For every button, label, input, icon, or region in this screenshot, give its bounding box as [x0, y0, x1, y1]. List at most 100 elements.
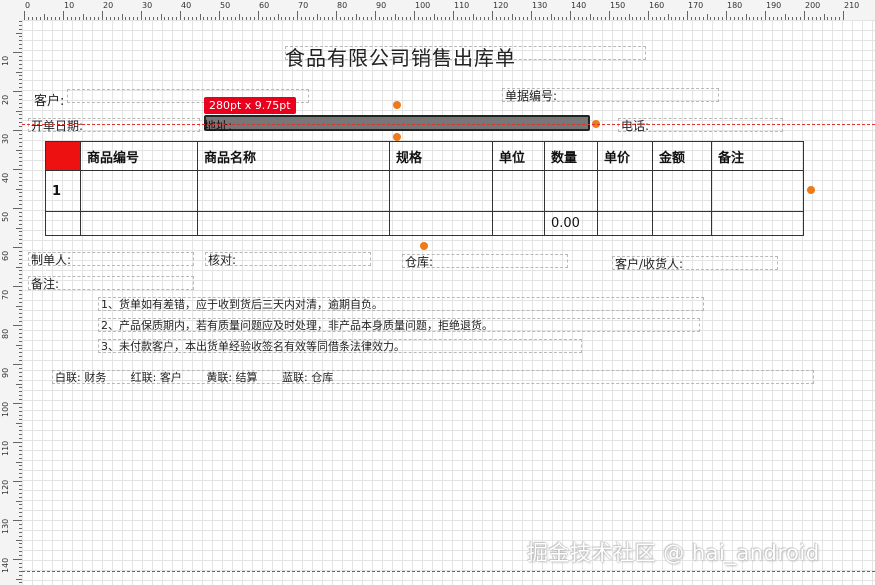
header-cell[interactable]: 规格	[389, 141, 493, 171]
watermark: 掘金技术社区 @ hai_android	[527, 541, 820, 565]
ruler-tick	[13, 169, 22, 170]
ruler-tick	[13, 403, 22, 404]
table-cell[interactable]	[197, 211, 390, 236]
ruler-label: 0	[25, 1, 31, 10]
header-cell[interactable]: 数量	[544, 141, 598, 171]
table-cell[interactable]	[652, 211, 712, 236]
table-cell[interactable]	[711, 211, 804, 236]
note-line-3[interactable]: 3、未付款客户，本出货单经验收签名有效等同借条法律效力。	[98, 339, 582, 353]
table-header-row: 商品编号 商品名称 规格 单位 数量 单价 金额 备注	[45, 141, 804, 171]
remark-field[interactable]: 备注:	[28, 276, 194, 291]
checker-label: 核对:	[208, 253, 237, 267]
table-cell[interactable]	[492, 211, 545, 236]
report-title[interactable]: 食品有限公司销售出库单	[285, 42, 516, 71]
table-cell[interactable]	[652, 170, 712, 212]
ruler-label: 90	[1, 367, 10, 378]
ruler-label: 70	[1, 289, 10, 300]
ruler-label: 60	[1, 250, 10, 261]
ruler-tick	[648, 11, 649, 20]
copies-field[interactable]: 白联: 财务 红联: 客户 黄联: 结算 蓝联: 仓库	[52, 370, 814, 384]
ruler-label: 150	[610, 1, 626, 10]
note-line-1[interactable]: 1、货单如有差错，应于收到货后三天内对清，逾期自负。	[98, 297, 704, 311]
row-index-cell[interactable]: 1	[45, 170, 81, 212]
ruler-tick	[13, 481, 22, 482]
resize-handle-top[interactable]	[393, 101, 401, 109]
ruler-tick	[687, 11, 688, 20]
ruler-tick	[414, 11, 415, 20]
ruler-label: 20	[103, 1, 114, 10]
ruler-label: 90	[376, 1, 387, 10]
table-cell[interactable]	[544, 170, 598, 212]
ruler-label: 70	[298, 1, 309, 10]
remark-label: 备注:	[31, 277, 60, 291]
table-cell[interactable]	[389, 170, 493, 212]
header-cell[interactable]: 单位	[492, 141, 545, 171]
ruler-label: 120	[493, 1, 509, 10]
ruler-tick	[180, 11, 181, 20]
ruler-label: 100	[415, 1, 431, 10]
table-cell[interactable]	[711, 170, 804, 212]
table-cell[interactable]	[80, 211, 198, 236]
ruler-tick	[843, 11, 844, 20]
ruler-tick	[765, 11, 766, 20]
ruler-tick	[219, 11, 220, 20]
checker-field[interactable]: 核对:	[205, 252, 371, 267]
resize-handle-bottom[interactable]	[393, 133, 401, 141]
address-label: 地址:	[204, 119, 233, 133]
ruler-tick	[531, 11, 532, 20]
header-cell[interactable]: 商品编号	[80, 141, 198, 171]
ruler-label: 80	[337, 1, 348, 10]
ruler-label: 160	[649, 1, 665, 10]
ruler-label: 30	[142, 1, 153, 10]
address-field-selected[interactable]	[204, 115, 590, 131]
ruler-label: 10	[1, 55, 10, 66]
table-cell[interactable]	[492, 170, 545, 212]
customer-label[interactable]: 客户:	[34, 90, 64, 109]
total-qty-cell[interactable]: 0.00	[544, 211, 598, 236]
ruler-label: 190	[766, 1, 782, 10]
design-canvas[interactable]: 食品有限公司销售出库单 客户: 单据编号: 开单日期: 地址: 280pt x …	[22, 20, 875, 585]
date-field[interactable]: 开单日期:	[28, 118, 200, 133]
ruler-tick	[13, 247, 22, 248]
ruler-label: 110	[454, 1, 470, 10]
table-cell[interactable]	[45, 211, 81, 236]
table-cell[interactable]	[80, 170, 198, 212]
ruler-tick	[336, 11, 337, 20]
header-cell[interactable]: 备注	[711, 141, 804, 171]
resize-handle-table-bottom[interactable]	[420, 242, 428, 250]
ruler-label: 200	[805, 1, 821, 10]
receiver-field[interactable]: 客户/收货人:	[612, 256, 778, 271]
header-cell[interactable]: 金额	[652, 141, 712, 171]
page-bottom-guide	[22, 571, 875, 572]
header-cell[interactable]: 单价	[597, 141, 653, 171]
ruler-label: 120	[1, 479, 10, 495]
table-row: 1	[45, 170, 804, 212]
note-line-2[interactable]: 2、产品保质期内，若有质量问题应及时处理，非产品本身质量问题，拒绝退货。	[98, 318, 700, 332]
doc-no-field[interactable]: 单据编号:	[502, 88, 719, 103]
ruler-label: 180	[727, 1, 743, 10]
ruler-label: 140	[571, 1, 587, 10]
ruler-tick	[804, 11, 805, 20]
ruler-tick	[13, 520, 22, 521]
ruler-label: 40	[181, 1, 192, 10]
date-label: 开单日期:	[31, 119, 84, 133]
table-cell[interactable]	[197, 170, 390, 212]
header-cell[interactable]: 商品名称	[197, 141, 390, 171]
ruler-tick	[141, 11, 142, 20]
table-cell[interactable]	[597, 211, 653, 236]
items-table[interactable]: 商品编号 商品名称 规格 单位 数量 单价 金额 备注 1 0.00	[45, 141, 804, 236]
guide-line	[22, 124, 875, 125]
table-cell[interactable]	[389, 211, 493, 236]
resize-handle-table-right[interactable]	[807, 186, 815, 194]
warehouse-label: 仓库:	[405, 255, 434, 269]
ruler-label: 100	[1, 401, 10, 417]
warehouse-field[interactable]: 仓库:	[402, 254, 568, 269]
table-cell[interactable]	[597, 170, 653, 212]
ruler-tick	[258, 11, 259, 20]
phone-field[interactable]: 电话:	[618, 118, 783, 133]
table-selector-cell[interactable]	[45, 141, 81, 171]
ruler-label: 40	[1, 172, 10, 183]
ruler-label: 210	[844, 1, 860, 10]
ruler-label: 50	[220, 1, 231, 10]
maker-field[interactable]: 制单人:	[28, 252, 194, 267]
